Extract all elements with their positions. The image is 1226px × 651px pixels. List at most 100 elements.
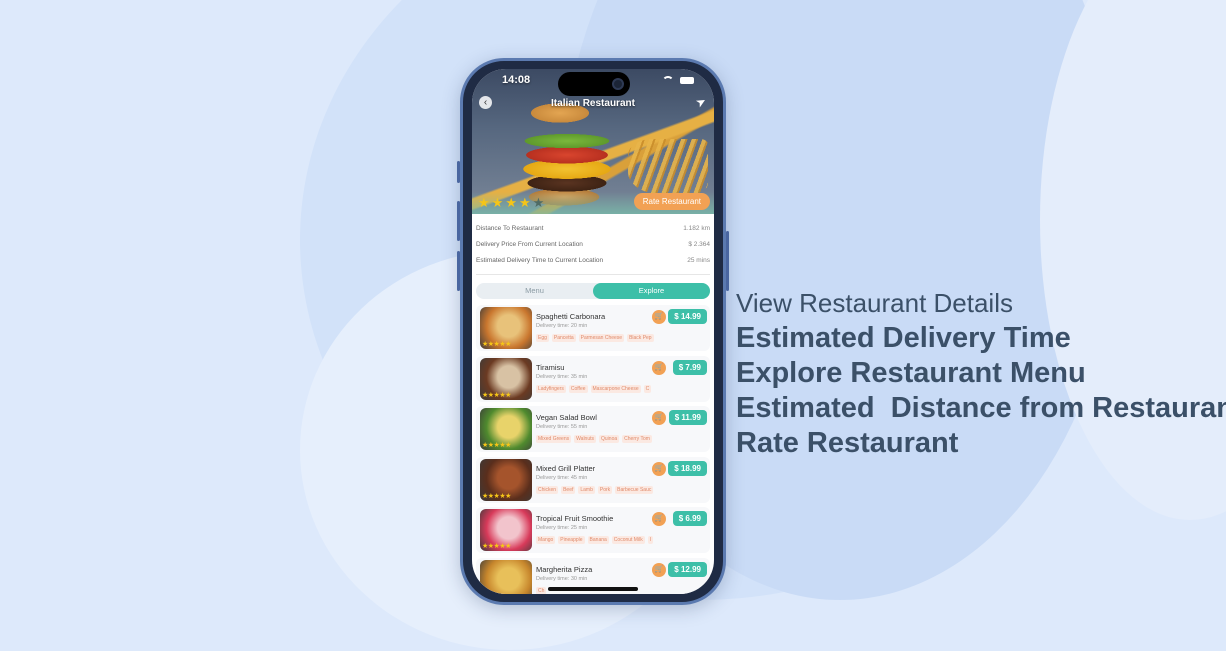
ingredient-tag: Pancetta xyxy=(551,334,576,342)
food-image: ★★★★★ xyxy=(480,357,532,400)
ingredient-tags: Chicken Beef Lamb Pork Barbecue Sauc xyxy=(536,485,662,494)
rating-stars[interactable]: ★ ★ ★ ★ ★ xyxy=(478,196,544,209)
home-indicator xyxy=(548,587,638,591)
fries-graphic xyxy=(628,139,708,194)
tab-menu[interactable]: Menu xyxy=(476,283,593,299)
price-badge: $ 6.99 xyxy=(672,511,707,527)
restaurant-info: Distance To Restaurant 1.182 km Delivery P… xyxy=(472,214,714,268)
feature-intro: View Restaurant Details xyxy=(736,288,1013,318)
page-title: Italian Restaurant xyxy=(551,98,635,109)
ingredient-tag: Walnuts xyxy=(574,435,597,444)
food-image: ★★★★★ xyxy=(480,458,532,501)
phone-mockup: 14:08 ‹ Italian Restaurant ➤ ★ ★ ★ ★ ★ Rate … xyxy=(457,58,729,605)
ingredient-tag: Coffee xyxy=(568,384,588,393)
star-icon[interactable]: ★ xyxy=(533,196,545,209)
item-rating-stars: ★★★★★ xyxy=(482,442,511,450)
info-label: Delivery Price From Current Location xyxy=(476,240,583,248)
food-image: ★★★★★ xyxy=(480,307,532,349)
info-row: Estimated Delivery Time to Current Locat… xyxy=(476,252,710,268)
star-icon[interactable]: ★ xyxy=(478,196,490,209)
feature-item: Estimated Distance from Restaurant xyxy=(736,392,1226,424)
price-badge: $ 7.99 xyxy=(672,359,707,375)
feature-list: View Restaurant Details Estimated Delive… xyxy=(736,286,1226,461)
info-value: 1.182 km xyxy=(683,224,710,232)
ingredient-tag: Beef xyxy=(561,485,576,494)
phone-volume-up xyxy=(457,201,460,241)
menu-item[interactable]: ★★★★★ Tiramisu Delivery time: 35 min Ladyfi… xyxy=(476,355,710,402)
tab-bar: Menu Explore xyxy=(476,283,710,299)
star-icon[interactable]: ★ xyxy=(505,196,517,209)
menu-item[interactable]: ★★★★★ Spaghetti Carbonara Delivery time: 2… xyxy=(476,305,710,351)
ingredient-tag: Pork xyxy=(597,485,613,494)
ingredient-tag: Parmesan Cheese xyxy=(578,334,625,342)
cart-icon[interactable]: 🛒 xyxy=(652,411,666,426)
info-label: Estimated Delivery Time to Current Locat… xyxy=(476,256,604,264)
cart-icon[interactable]: 🛒 xyxy=(652,310,666,324)
battery-icon xyxy=(680,77,694,84)
item-delivery-time: Delivery time: 25 min xyxy=(536,525,588,532)
ingredient-tag: C xyxy=(643,384,652,393)
tab-explore[interactable]: Explore xyxy=(593,283,710,299)
food-image: ★★★★★ xyxy=(480,408,532,451)
ingredient-tag: Pineapple xyxy=(558,536,585,545)
menu-item[interactable]: ★★★★★ Mixed Grill Platter Delivery time: 4… xyxy=(476,456,710,503)
food-image: ★★★★★ xyxy=(480,509,532,552)
item-rating-stars: ★★★★★ xyxy=(482,391,511,399)
feature-item: Rate Restaurant xyxy=(736,427,959,459)
info-value: 25 mins xyxy=(687,256,710,264)
feature-item: Estimated Delivery Time xyxy=(736,322,1071,354)
cart-icon[interactable]: 🛒 xyxy=(652,461,666,476)
rate-restaurant-button[interactable]: Rate Restaurant xyxy=(633,193,710,210)
ingredient-tags: Egg Pancetta Parmesan Cheese Black Pep xyxy=(536,334,662,342)
ingredient-tag: Barbecue Sauc xyxy=(615,485,654,494)
ingredient-tag: Coconut Milk xyxy=(611,536,645,545)
price-badge: $ 14.99 xyxy=(668,309,707,324)
price-badge: $ 11.99 xyxy=(668,410,707,426)
star-icon[interactable]: ★ xyxy=(492,196,504,209)
cart-icon[interactable]: 🛒 xyxy=(652,512,666,527)
ingredient-tags: Mixed Greens Walnuts Quinoa Cherry Tom xyxy=(536,435,662,444)
phone-side-button xyxy=(457,161,460,183)
ingredient-tag: Mascarpone Cheese xyxy=(590,384,641,393)
menu-item[interactable]: ★★★★★ Tropical Fruit Smoothie Delivery tim… xyxy=(476,507,710,554)
phone-volume-down xyxy=(457,251,460,291)
app-screen: 14:08 ‹ Italian Restaurant ➤ ★ ★ ★ ★ ★ Rate … xyxy=(472,69,714,594)
cart-icon[interactable]: 🛒 xyxy=(652,562,666,577)
ingredient-tag: Chicken xyxy=(536,485,559,494)
menu-item[interactable]: ★★★★★ Vegan Salad Bowl Delivery time: 55 m… xyxy=(476,406,710,453)
camera xyxy=(612,78,624,90)
status-time: 14:08 xyxy=(502,74,531,86)
item-rating-stars: ★★★★★ xyxy=(482,593,511,595)
info-row: Delivery Price From Current Location $ 2.… xyxy=(476,236,710,252)
ingredient-tags: Ladyfingers Coffee Mascarpone Cheese C xyxy=(536,384,662,393)
feature-item: Explore Restaurant Menu xyxy=(736,357,1086,389)
dynamic-island xyxy=(558,72,630,96)
ingredient-tag: Ladyfingers xyxy=(536,384,566,393)
star-icon[interactable]: ★ xyxy=(519,196,531,209)
ingredient-tag: Mixed Greens xyxy=(536,435,572,444)
ingredient-tag: Lamb xyxy=(578,485,595,494)
menu-list: ★★★★★ Spaghetti Carbonara Delivery time: 2… xyxy=(472,305,714,594)
item-rating-stars: ★★★★★ xyxy=(482,543,511,551)
cart-icon[interactable]: 🛒 xyxy=(652,360,666,375)
food-image: ★★★★★ xyxy=(480,559,532,595)
divider xyxy=(476,274,710,275)
wifi-icon xyxy=(662,76,674,85)
price-badge: $ 12.99 xyxy=(668,561,707,577)
ingredient-tag: Ch xyxy=(536,586,547,594)
item-rating-stars: ★★★★★ xyxy=(482,492,511,500)
ingredient-tag: I xyxy=(647,536,654,545)
ingredient-tag: Quinoa xyxy=(599,435,620,444)
status-icons xyxy=(662,76,694,85)
ingredient-tag: Mango xyxy=(536,536,556,545)
info-row: Distance To Restaurant 1.182 km xyxy=(476,220,710,236)
item-rating-stars: ★★★★★ xyxy=(482,341,511,348)
ingredient-tag: Banana xyxy=(587,536,609,545)
info-value: $ 2.364 xyxy=(688,240,710,248)
ingredient-tag: Black Pep xyxy=(627,334,654,342)
price-badge: $ 18.99 xyxy=(668,460,707,476)
ingredient-tags: Mango Pineapple Banana Coconut Milk I xyxy=(536,536,662,545)
ingredient-tag: Cherry Tom xyxy=(622,435,652,444)
ingredient-tag: Egg xyxy=(536,334,549,342)
phone-power-button xyxy=(726,231,729,291)
